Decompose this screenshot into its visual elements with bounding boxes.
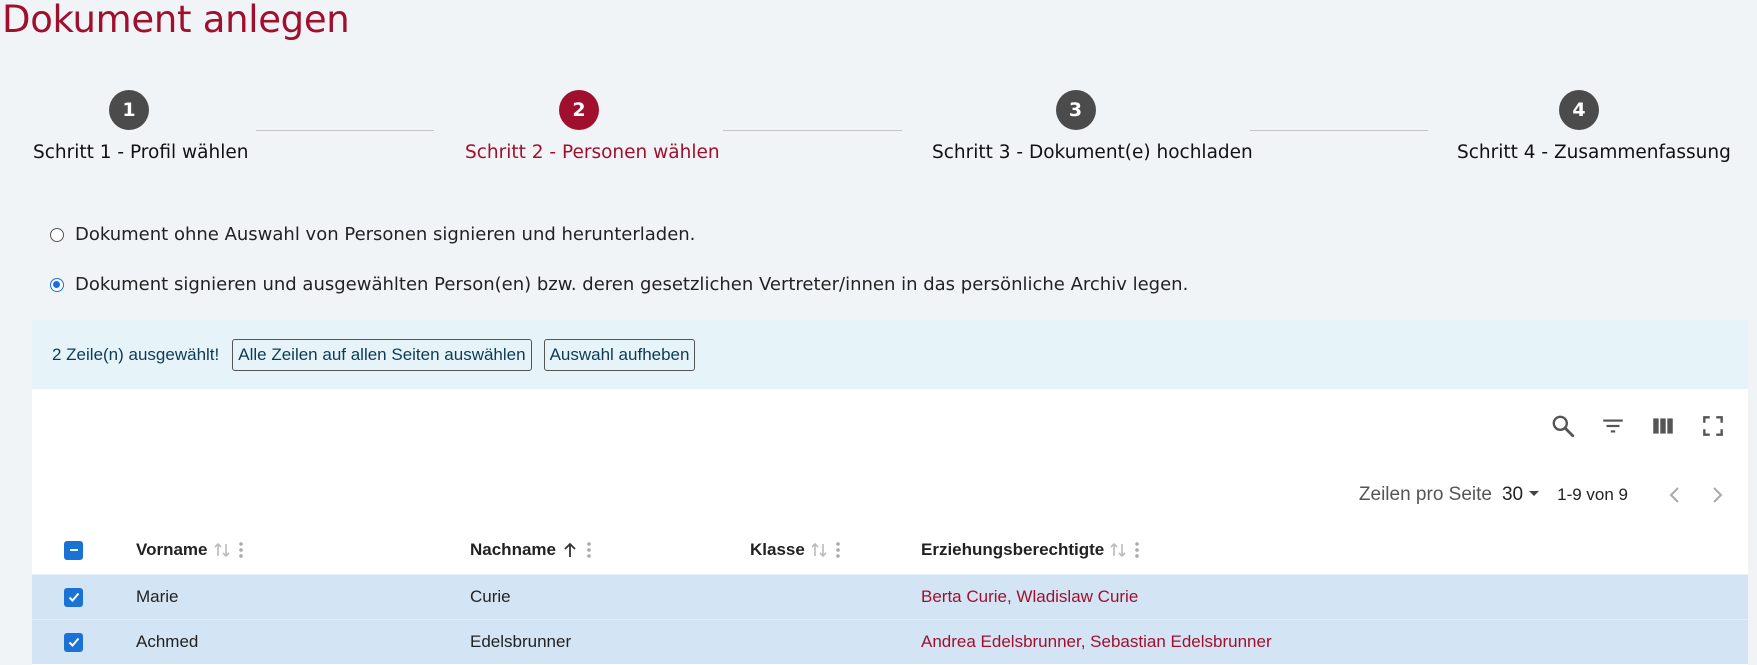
column-menu-icon[interactable] <box>586 541 592 559</box>
cell-nachname: Edelsbrunner <box>470 632 572 651</box>
step-4-label: Schritt 4 - Zusammenfassung <box>1457 142 1731 163</box>
column-header-erziehungsberechtigte[interactable]: Erziehungsberechtigte <box>921 526 1140 574</box>
fullscreen-icon[interactable] <box>1698 411 1728 441</box>
selection-banner: 2 Zeile(n) ausgewählt! Alle Zeilen auf a… <box>32 320 1748 389</box>
selection-count: 2 Zeile(n) ausgewählt! <box>52 344 220 364</box>
column-title: Nachname <box>470 540 556 559</box>
cell-vorname: Marie <box>136 587 179 606</box>
row-checkbox-cell <box>64 620 83 664</box>
cell-vorname: Achmed <box>136 632 199 651</box>
table-toolbar <box>1548 411 1728 441</box>
option-label: Dokument signieren und ausgewählten Pers… <box>75 274 1189 295</box>
sort-ascending-icon[interactable] <box>562 541 578 559</box>
step-connector <box>1250 130 1428 131</box>
filter-icon[interactable] <box>1598 411 1628 441</box>
step-4[interactable]: 4 Schritt 4 - Zusammenfassung <box>1457 90 1731 163</box>
persons-table: 2 Zeile(n) ausgewählt! Alle Zeilen auf a… <box>32 320 1748 665</box>
cell-erziehungsberechtigte[interactable]: Berta Curie, Wladislaw Curie <box>921 575 1138 619</box>
step-3-number: 3 <box>1055 90 1096 130</box>
chevron-right-icon[interactable] <box>1702 480 1732 510</box>
step-connector <box>723 130 902 131</box>
step-connector <box>256 130 434 131</box>
table-row[interactable]: Achmed Edelsbrunner Andrea Edelsbrunner,… <box>32 619 1748 664</box>
column-menu-icon[interactable] <box>238 541 244 559</box>
pagination: Zeilen pro Seite 30 1-9 von 9 <box>1359 480 1732 510</box>
table-row[interactable]: Marie Curie Berta Curie, Wladislaw Curie <box>32 574 1748 619</box>
option-sign-and-archive[interactable]: Dokument signieren und ausgewählten Pers… <box>50 274 1188 295</box>
sort-icon[interactable] <box>811 541 827 559</box>
option-label: Dokument ohne Auswahl von Personen signi… <box>75 224 696 245</box>
step-2-label: Schritt 2 - Personen wählen <box>465 142 720 163</box>
column-header-vorname[interactable]: Vorname <box>136 526 244 574</box>
cell-nachname: Curie <box>470 587 511 606</box>
page-range: 1-9 von 9 <box>1557 485 1628 504</box>
column-menu-icon[interactable] <box>1134 541 1140 559</box>
step-2[interactable]: 2 Schritt 2 - Personen wählen <box>465 90 720 163</box>
step-2-number: 2 <box>559 90 599 130</box>
select-all-checkbox[interactable] <box>64 540 83 560</box>
step-3[interactable]: 3 Schritt 3 - Dokument(e) hochladen <box>932 90 1253 163</box>
rows-per-page-select[interactable]: 30 <box>1502 484 1523 506</box>
step-1-number: 1 <box>109 90 149 130</box>
select-all-rows-button[interactable]: Alle Zeilen auf allen Seiten auswählen <box>232 338 532 371</box>
sort-icon[interactable] <box>213 541 230 559</box>
clear-selection-button[interactable]: Auswahl aufheben <box>543 338 696 371</box>
cell-erziehungsberechtigte[interactable]: Andrea Edelsbrunner, Sebastian Edelsbrun… <box>921 620 1272 664</box>
column-title: Erziehungsberechtigte <box>921 540 1105 559</box>
step-3-label: Schritt 3 - Dokument(e) hochladen <box>932 142 1253 163</box>
step-1-label: Schritt 1 - Profil wählen <box>33 142 249 163</box>
chevron-left-icon[interactable] <box>1660 480 1690 510</box>
step-4-number: 4 <box>1559 90 1599 130</box>
column-header-nachname[interactable]: Nachname <box>470 526 592 574</box>
radio-button-checked[interactable] <box>50 277 64 292</box>
row-checkbox[interactable] <box>64 587 83 607</box>
column-title: Vorname <box>136 540 208 559</box>
data-grid: Vorname Nachname Klasse Erziehungsberech… <box>32 526 1748 664</box>
page-title: Dokument anlegen <box>2 0 350 41</box>
page: Dokument anlegen 1 Schritt 1 - Profil wä… <box>0 0 1757 665</box>
row-checkbox[interactable] <box>64 632 83 652</box>
stepper: 1 Schritt 1 - Profil wählen 2 Schritt 2 … <box>0 90 1757 180</box>
sort-icon[interactable] <box>1110 541 1126 559</box>
table-header-row: Vorname Nachname Klasse Erziehungsberech… <box>32 526 1748 574</box>
option-download-without-persons[interactable]: Dokument ohne Auswahl von Personen signi… <box>50 224 695 245</box>
column-menu-icon[interactable] <box>835 541 841 559</box>
chevron-down-icon[interactable] <box>1527 486 1541 504</box>
select-all-checkbox-cell <box>64 526 83 574</box>
search-icon[interactable] <box>1548 411 1578 441</box>
columns-icon[interactable] <box>1648 411 1678 441</box>
rows-per-page-label: Zeilen pro Seite <box>1358 484 1492 505</box>
step-1[interactable]: 1 Schritt 1 - Profil wählen <box>33 90 249 163</box>
radio-button[interactable] <box>50 227 64 242</box>
column-title: Klasse <box>750 540 805 559</box>
row-checkbox-cell <box>64 575 83 619</box>
column-header-klasse[interactable]: Klasse <box>750 526 841 574</box>
